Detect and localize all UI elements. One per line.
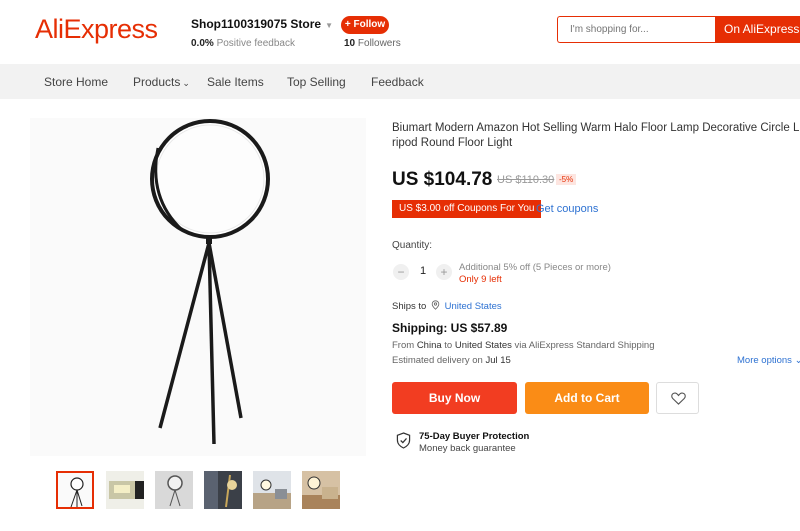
search-button[interactable]: On AliExpress (715, 16, 800, 43)
bulk-discount-note: Additional 5% off (5 Pieces or more) (459, 262, 611, 273)
chevron-down-icon[interactable]: ⌄ (182, 78, 190, 88)
product-main-image[interactable] (30, 118, 366, 456)
chevron-down-icon[interactable]: ⌄ (795, 355, 800, 366)
thumbnail-1[interactable] (56, 471, 94, 509)
feedback-value: 0.0% (191, 38, 214, 49)
lamp-thumbnail-image (302, 471, 340, 509)
feedback-label: Positive feedback (216, 38, 295, 49)
quantity-input[interactable]: 1 (419, 265, 427, 277)
route-carrier: via AliExpress Standard Shipping (514, 340, 655, 351)
quantity-increase-button[interactable]: + (436, 264, 452, 280)
quantity-decrease-button[interactable]: − (393, 264, 409, 280)
search-input[interactable] (558, 17, 715, 42)
floor-lamp-image (150, 119, 270, 445)
add-to-cart-button[interactable]: Add to Cart (525, 382, 649, 414)
shield-check-icon (396, 432, 411, 449)
current-price: US $104.78 (392, 169, 493, 190)
thumbnail-2[interactable] (106, 471, 144, 509)
nav-products[interactable]: Products ⌄ (133, 75, 190, 89)
nav-products-label[interactable]: Products (133, 75, 180, 89)
nav-feedback[interactable]: Feedback (371, 75, 424, 89)
lamp-thumbnail-image (204, 471, 242, 509)
product-title-line-1: Biumart Modern Amazon Hot Selling Warm H… (392, 122, 800, 134)
thumbnail-4[interactable] (204, 471, 242, 509)
original-price: US $110.30 (497, 174, 555, 186)
ships-to-label: Ships to (392, 301, 427, 312)
shipping-route: From China to United States via AliExpre… (392, 340, 655, 351)
store-name-text[interactable]: Shop1100319075 Store (191, 17, 321, 31)
follow-button[interactable]: + Follow (341, 16, 389, 34)
lamp-thumbnail-image (58, 473, 92, 507)
store-nav: Store Home Products ⌄ Sale Items Top Sell… (0, 64, 800, 99)
more-shipping-options-link[interactable]: More options ⌄ (737, 355, 800, 366)
product-title: Biumart Modern Amazon Hot Selling Warm H… (392, 121, 800, 151)
lamp-thumbnail-image (253, 471, 291, 509)
buyer-protection-subtitle: Money back guarantee (419, 443, 516, 454)
location-pin-icon (431, 300, 440, 310)
stock-left: Only 9 left (459, 274, 502, 285)
delivery-label: Estimated delivery on (392, 355, 483, 366)
nav-sale-items[interactable]: Sale Items (207, 75, 264, 89)
thumbnail-5[interactable] (253, 471, 291, 509)
delivery-date: Jul 15 (485, 355, 511, 366)
ships-to: Ships to United States (392, 300, 502, 312)
shipping-cost: Shipping: US $57.89 (392, 321, 508, 335)
route-origin: China (416, 340, 442, 351)
ships-to-location-link[interactable]: United States (445, 301, 502, 312)
nav-top-selling[interactable]: Top Selling (287, 75, 346, 89)
followers-count: 10 Followers (344, 38, 401, 49)
route-from: From (392, 340, 415, 351)
buyer-protection-title: 75-Day Buyer Protection (419, 431, 530, 442)
nav-store-home[interactable]: Store Home (44, 75, 108, 89)
store-header: AliExpress Shop1100319075 Store ▼ 0.0% Po… (0, 0, 800, 64)
aliexpress-logo[interactable]: AliExpress (35, 14, 158, 45)
caret-down-icon[interactable]: ▼ (325, 21, 333, 30)
route-destination: United States (454, 340, 512, 351)
search-box[interactable] (557, 16, 715, 43)
coupon-badge[interactable]: US $3.00 off Coupons For You (392, 200, 542, 218)
heart-icon (671, 392, 686, 405)
quantity-label: Quantity: (392, 240, 433, 251)
store-name[interactable]: Shop1100319075 Store ▼ (191, 17, 333, 31)
followers-number: 10 (344, 38, 356, 49)
route-to: to (444, 340, 453, 351)
discount-badge: -5% (556, 174, 577, 185)
estimated-delivery: Estimated delivery on Jul 15 (392, 355, 511, 366)
thumbnail-6[interactable] (302, 471, 340, 509)
thumbnail-3[interactable] (155, 471, 193, 509)
more-options-label[interactable]: More options (737, 355, 792, 366)
wishlist-button[interactable] (656, 382, 699, 414)
lamp-thumbnail-image (155, 471, 193, 509)
positive-feedback: 0.0% Positive feedback (191, 38, 295, 49)
product-title-line-2: ripod Round Floor Light (392, 137, 513, 149)
followers-label: Followers (357, 38, 401, 49)
get-coupons-link[interactable]: Get coupons (536, 203, 598, 215)
lamp-thumbnail-image (106, 471, 144, 509)
buy-now-button[interactable]: Buy Now (392, 382, 517, 414)
